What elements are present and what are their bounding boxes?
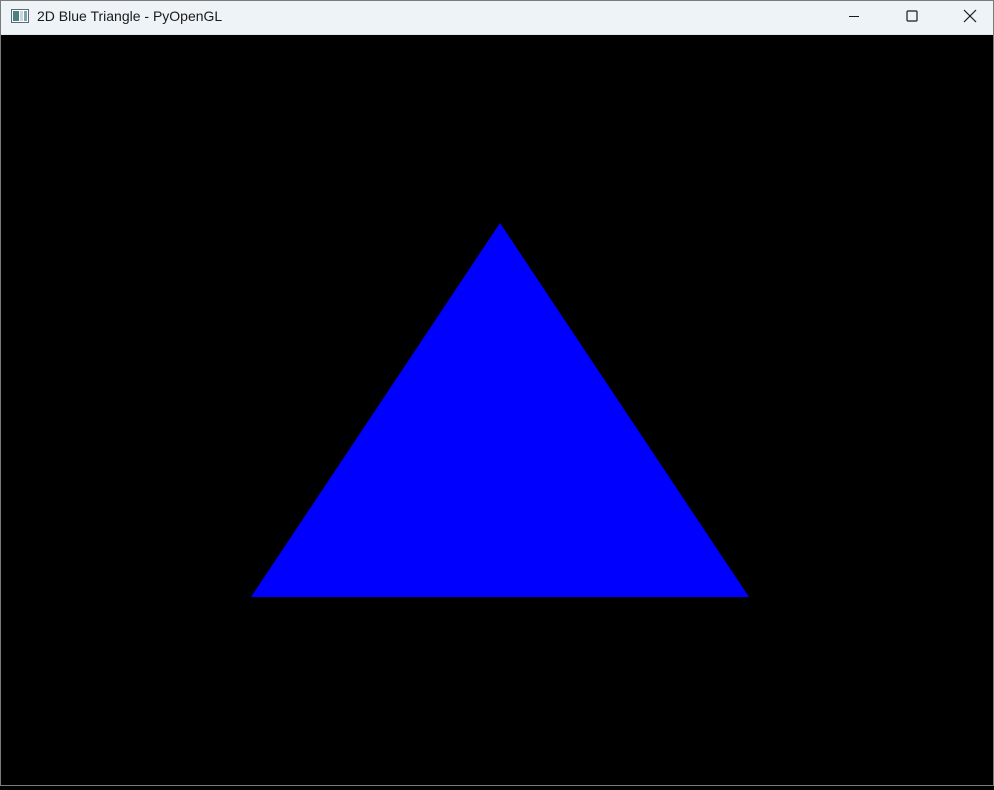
opengl-canvas[interactable]: [1, 35, 993, 785]
close-button[interactable]: [947, 1, 993, 31]
minimize-icon: [849, 16, 859, 17]
close-icon: [963, 9, 977, 23]
title-bar[interactable]: 2D Blue Triangle - PyOpenGL: [1, 1, 993, 35]
window-title: 2D Blue Triangle - PyOpenGL: [37, 8, 223, 24]
maximize-button[interactable]: [889, 1, 935, 31]
app-window: 2D Blue Triangle - PyOpenGL: [0, 0, 994, 786]
minimize-button[interactable]: [831, 1, 877, 31]
render-surface: [1, 35, 993, 785]
window-app-icon: [11, 9, 29, 23]
maximize-icon: [906, 10, 918, 22]
